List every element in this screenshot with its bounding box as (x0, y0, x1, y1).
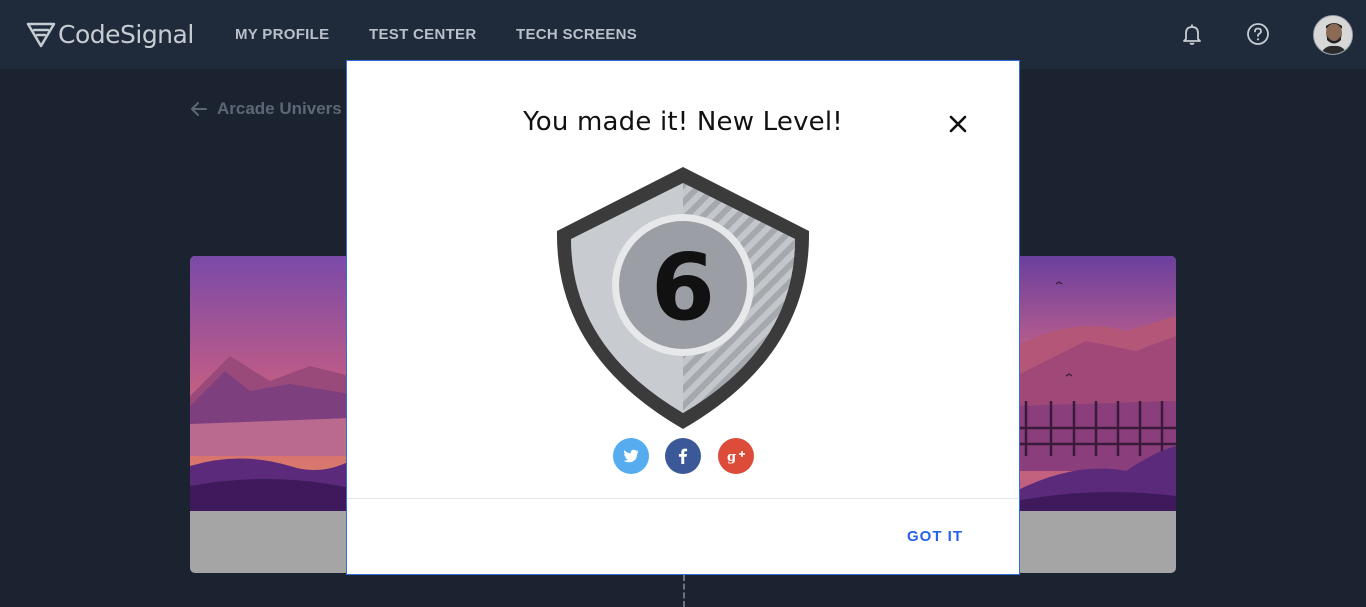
facebook-icon (678, 448, 688, 464)
top-navigation: CodeSignal MY PROFILE TEST CENTER TECH S… (0, 0, 1366, 69)
brand-name: CodeSignal (58, 19, 194, 49)
breadcrumb-back[interactable]: Arcade Univers (190, 99, 342, 119)
level-badge: 6 (556, 167, 810, 429)
share-facebook-button[interactable] (665, 438, 701, 474)
close-icon[interactable] (947, 113, 969, 135)
landscape-illustration (190, 256, 350, 511)
lake-pier-illustration (1016, 256, 1176, 511)
nav-test-center[interactable]: TEST CENTER (369, 26, 476, 43)
bell-icon[interactable] (1180, 22, 1204, 46)
level-up-dialog: You made it! New Level! 6 g GOT IT (346, 60, 1020, 575)
arrow-left-icon (191, 102, 207, 116)
help-icon[interactable] (1246, 22, 1270, 46)
dialog-divider (347, 498, 1019, 499)
share-twitter-button[interactable] (613, 438, 649, 474)
got-it-button[interactable]: GOT IT (907, 528, 963, 545)
path-connector (683, 575, 685, 607)
dialog-title: You made it! New Level! (523, 107, 843, 137)
avatar-image (1314, 16, 1352, 54)
user-avatar[interactable] (1313, 15, 1353, 55)
nav-my-profile[interactable]: MY PROFILE (235, 26, 329, 43)
nav-tech-screens[interactable]: TECH SCREENS (516, 26, 637, 43)
level-number: 6 (651, 234, 715, 341)
twitter-icon (623, 449, 639, 463)
google-plus-icon: g (727, 450, 745, 465)
arcade-card-right[interactable] (1016, 256, 1176, 573)
breadcrumb-label: Arcade Univers (217, 99, 342, 118)
share-google-plus-button[interactable]: g (718, 438, 754, 474)
codesignal-logo[interactable]: CodeSignal (26, 19, 194, 49)
arcade-card-left[interactable] (190, 256, 350, 573)
codesignal-logo-icon (26, 22, 56, 48)
svg-text:g: g (727, 450, 736, 465)
